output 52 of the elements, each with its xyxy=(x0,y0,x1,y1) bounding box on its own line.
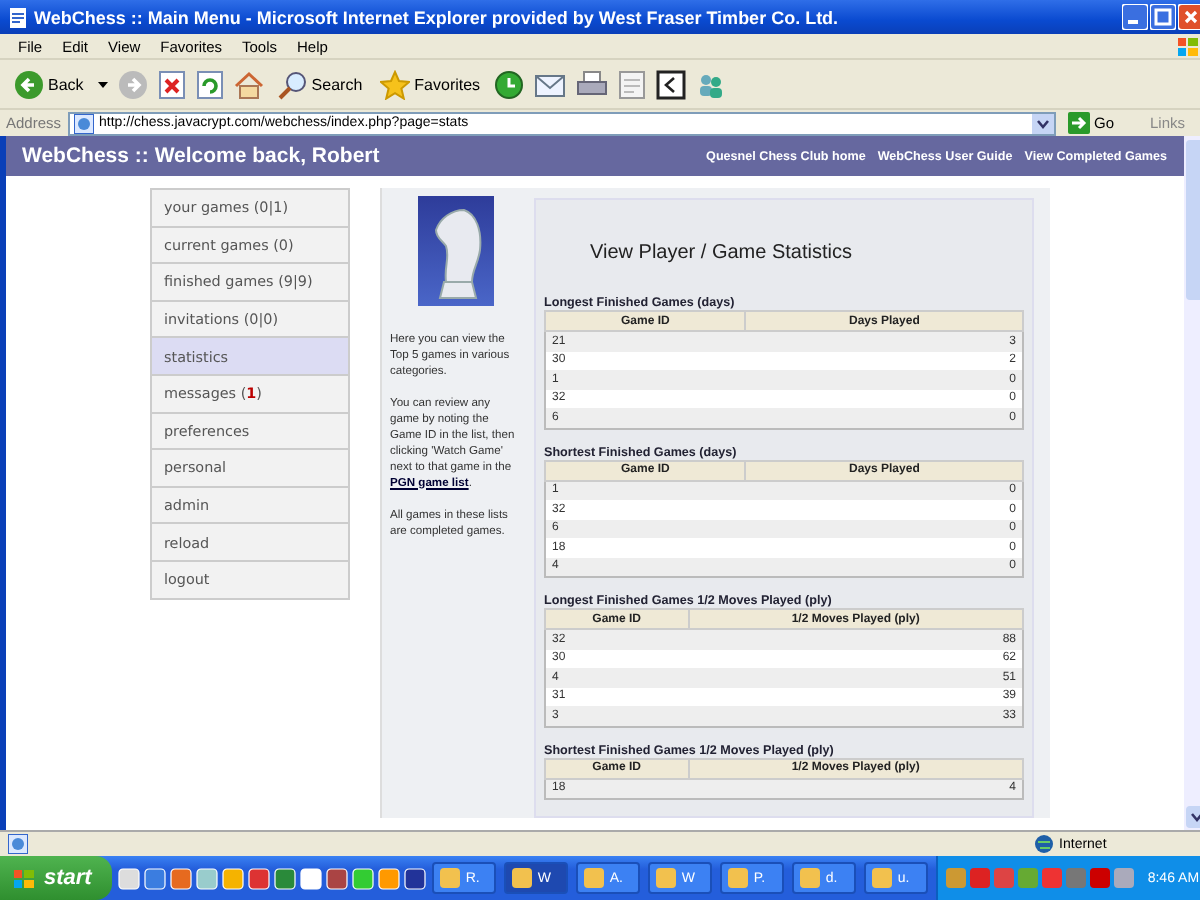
history-icon[interactable] xyxy=(494,69,525,99)
stop-icon[interactable] xyxy=(157,69,186,99)
edit-icon[interactable] xyxy=(618,69,647,99)
favorites-button[interactable]: Favorites xyxy=(376,69,485,99)
site-title: WebChess :: Welcome back, Robert xyxy=(22,144,380,168)
search-icon xyxy=(277,69,308,99)
app-icon xyxy=(871,868,892,888)
back-icon xyxy=(14,69,44,99)
refresh-icon[interactable] xyxy=(195,69,224,99)
close-icon[interactable] xyxy=(1177,4,1200,30)
print-icon[interactable] xyxy=(576,69,609,99)
maximize-icon[interactable] xyxy=(1149,4,1176,30)
windows-flag-icon xyxy=(12,867,36,889)
scrollbar[interactable] xyxy=(1183,136,1200,830)
globe-icon xyxy=(1033,834,1054,854)
quick-launch-icon[interactable] xyxy=(377,867,400,889)
back-button[interactable]: Back xyxy=(10,69,88,99)
quick-launch-icon[interactable] xyxy=(221,867,244,889)
quick-launch-icon[interactable] xyxy=(117,867,140,889)
app-icon xyxy=(511,868,532,888)
window-icon[interactable] xyxy=(656,69,687,99)
quick-launch-icon[interactable] xyxy=(247,867,270,889)
mail-icon[interactable] xyxy=(534,69,567,99)
quick-launch-icon[interactable] xyxy=(143,867,166,889)
chess-knight-picture xyxy=(418,196,494,306)
star-icon xyxy=(380,69,411,99)
page-icon xyxy=(8,834,28,854)
minimize-icon[interactable] xyxy=(1121,4,1148,30)
window-title: WebChess :: Main Menu - Microsoft Internet Explorer provided by West Fraser Timber Co. Ltd. xyxy=(34,7,841,27)
app-icon xyxy=(655,868,676,888)
scroll-thumb[interactable] xyxy=(1185,140,1200,300)
quick-launch-icon[interactable] xyxy=(273,867,296,889)
quick-launch-icon[interactable] xyxy=(169,867,192,889)
stats-heading: View Player / Game Statistics xyxy=(588,240,854,268)
search-button[interactable]: Search xyxy=(273,69,367,99)
quick-launch-icon[interactable] xyxy=(195,867,218,889)
quick-launch-icon[interactable] xyxy=(351,867,374,889)
go-arrow-icon xyxy=(1068,112,1090,134)
quick-launch-icon[interactable] xyxy=(325,867,348,889)
dropdown-arrow-icon[interactable] xyxy=(1032,113,1054,133)
app-icon xyxy=(799,868,820,888)
page-icon xyxy=(8,7,28,27)
people-icon[interactable] xyxy=(696,69,727,99)
page-icon xyxy=(73,113,94,133)
app-icon xyxy=(583,868,604,888)
quick-launch-icon[interactable] xyxy=(299,867,322,889)
windows-flag-icon xyxy=(1175,35,1200,57)
quick-launch-icon[interactable] xyxy=(403,867,426,889)
app-icon xyxy=(439,868,460,888)
dropdown-caret-icon[interactable] xyxy=(97,81,108,87)
app-icon xyxy=(727,868,748,888)
home-icon[interactable] xyxy=(233,69,264,99)
